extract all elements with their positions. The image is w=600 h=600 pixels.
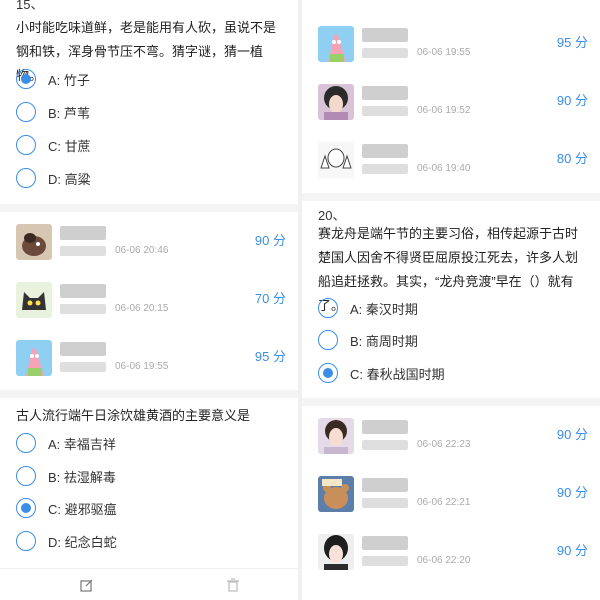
section-separator — [302, 193, 600, 201]
blurred-info — [362, 106, 408, 116]
radio-icon[interactable] — [16, 135, 36, 155]
blurred-info — [362, 440, 408, 450]
left-panel: 15、 小时能吃味道鲜，老是能用有人砍，虽说不是钢和铁，浑身骨节压不弯。猜字谜，… — [0, 0, 298, 600]
answer-score: 90 分 — [556, 543, 588, 558]
question-text: 古人流行端午日涂饮雄黄酒的主要意义是 — [16, 408, 251, 423]
option-label: C: 甘蔗 — [48, 138, 91, 154]
answer-score: 95 分 — [254, 349, 286, 364]
option-label: D: 纪念白蛇 — [48, 534, 117, 550]
blurred-info — [362, 164, 408, 174]
answer-time: 06-06 20:46 — [115, 245, 169, 256]
edit-icon[interactable] — [80, 578, 94, 592]
answer-time: 06-06 19:55 — [417, 47, 471, 58]
option-d[interactable]: D: 纪念白蛇 — [16, 528, 276, 554]
dog-avatar — [16, 224, 52, 260]
option-label: A: 竹子 — [48, 72, 90, 88]
answer-time: 06-06 22:21 — [417, 497, 471, 508]
blurred-info — [60, 304, 106, 314]
answer-card[interactable]: 06-06 20:46 90 分 — [0, 214, 298, 272]
blurred-name — [362, 144, 408, 158]
answer-card[interactable]: 06-06 22:20 90 分 — [302, 524, 600, 582]
question-number: 15、 — [16, 0, 44, 12]
answer-card[interactable]: 06-06 22:23 90 分 — [302, 408, 600, 466]
answer-score: 70 分 — [254, 291, 286, 306]
blurred-name — [362, 420, 408, 434]
option-label: D: 高粱 — [48, 171, 91, 187]
answer-time: 06-06 22:20 — [417, 555, 471, 566]
footer-toolbar — [0, 568, 298, 600]
patrick-avatar — [16, 340, 52, 376]
option-label: C: 春秋战国时期 — [350, 366, 445, 382]
bear-avatar — [318, 476, 354, 512]
blurred-info — [60, 362, 106, 372]
option-label: A: 秦汉时期 — [350, 301, 418, 317]
answer-score: 90 分 — [254, 233, 286, 248]
answer-score: 90 分 — [556, 427, 588, 442]
answer-card[interactable]: 06-06 19:55 95 分 — [0, 330, 298, 388]
option-label: B: 祛湿解毒 — [48, 469, 116, 485]
girl2-avatar — [318, 418, 354, 454]
answer-time: 06-06 19:55 — [115, 361, 169, 372]
cat-avatar — [16, 282, 52, 318]
answer-card[interactable]: 06-06 19:40 80 分 — [302, 132, 600, 190]
girl3-avatar — [318, 534, 354, 570]
option-c[interactable]: C: 春秋战国时期 — [318, 360, 578, 386]
answer-card[interactable]: 06-06 19:52 90 分 — [302, 74, 600, 132]
right-panel: 06-06 19:55 95 分 06-06 19:52 90 分 06-06 … — [302, 0, 600, 600]
thumbs-up-avatar — [318, 142, 354, 178]
option-label: A: 幸福吉祥 — [48, 436, 116, 452]
answer-score: 80 分 — [556, 151, 588, 166]
blurred-name — [362, 86, 408, 100]
radio-icon[interactable] — [318, 298, 338, 318]
radio-icon[interactable] — [16, 466, 36, 486]
section-separator — [0, 204, 298, 212]
option-a[interactable]: A: 幸福吉祥 — [16, 430, 276, 456]
radio-icon[interactable] — [16, 168, 36, 188]
blurred-name — [362, 536, 408, 550]
option-a[interactable]: A: 秦汉时期 — [318, 295, 578, 321]
trash-icon[interactable] — [226, 578, 240, 592]
option-label: B: 芦苇 — [48, 105, 90, 121]
radio-icon[interactable] — [318, 363, 338, 383]
answer-card[interactable]: 06-06 20:15 70 分 — [0, 272, 298, 330]
answer-card[interactable]: 06-06 22:21 90 分 — [302, 466, 600, 524]
blurred-info — [362, 498, 408, 508]
option-label: B: 商周时期 — [350, 333, 418, 349]
answer-time: 06-06 22:23 — [417, 439, 471, 450]
answer-card[interactable]: 06-06 19:55 95 分 — [302, 16, 600, 74]
radio-icon[interactable] — [16, 69, 36, 89]
answer-time: 06-06 20:15 — [115, 303, 169, 314]
blurred-info — [60, 246, 106, 256]
radio-icon[interactable] — [318, 330, 338, 350]
radio-icon[interactable] — [16, 498, 36, 518]
answer-score: 95 分 — [556, 35, 588, 50]
option-d[interactable]: D: 高粱 — [16, 165, 276, 191]
radio-icon[interactable] — [16, 531, 36, 551]
section-separator — [0, 390, 298, 398]
answer-time: 06-06 19:52 — [417, 105, 471, 116]
blurred-info — [362, 556, 408, 566]
section-separator — [302, 398, 600, 406]
patrick-avatar — [318, 26, 354, 62]
option-b[interactable]: B: 芦苇 — [16, 99, 276, 125]
blurred-name — [362, 28, 408, 42]
blurred-name — [60, 226, 106, 240]
radio-icon[interactable] — [16, 102, 36, 122]
option-c[interactable]: C: 避邪驱瘟 — [16, 495, 276, 521]
answer-score: 90 分 — [556, 485, 588, 500]
option-c[interactable]: C: 甘蔗 — [16, 132, 276, 158]
blurred-name — [60, 284, 106, 298]
blurred-name — [362, 478, 408, 492]
option-b[interactable]: B: 祛湿解毒 — [16, 463, 276, 489]
option-b[interactable]: B: 商周时期 — [318, 327, 578, 353]
answer-score: 90 分 — [556, 93, 588, 108]
girl-avatar — [318, 84, 354, 120]
blurred-name — [60, 342, 106, 356]
blurred-info — [362, 48, 408, 58]
option-label: C: 避邪驱瘟 — [48, 501, 117, 517]
answer-time: 06-06 19:40 — [417, 163, 471, 174]
option-a[interactable]: A: 竹子 — [16, 66, 276, 92]
radio-icon[interactable] — [16, 433, 36, 453]
